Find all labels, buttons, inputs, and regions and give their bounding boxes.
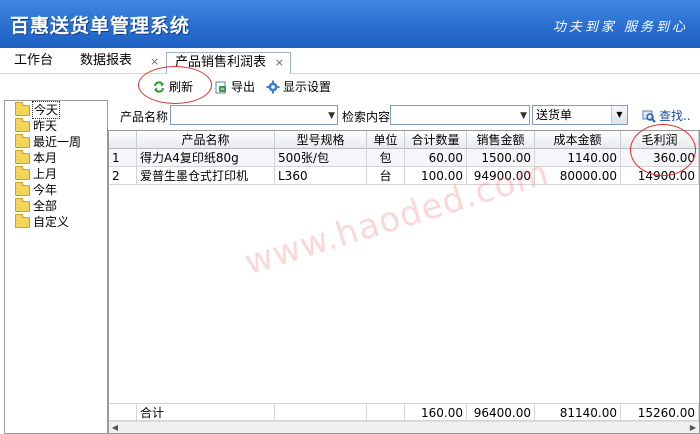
search-label: 查找.. — [659, 109, 691, 123]
col-header-index — [109, 131, 137, 149]
cell-profit: 14900.00 — [621, 167, 699, 185]
footer-label: 合计 — [137, 403, 275, 421]
col-header-unit[interactable]: 单位 — [367, 131, 405, 149]
display-settings-label: 显示设置 — [283, 80, 332, 94]
table-footer: 合计 160.00 96400.00 81140.00 15260.00 — [109, 403, 699, 421]
gear-icon — [266, 80, 280, 94]
cell-product-name: 爱普生墨仓式打印机 — [137, 167, 275, 185]
folder-icon — [15, 165, 30, 180]
footer-profit: 15260.00 — [621, 403, 699, 421]
search-content-combo[interactable]: ▼ — [390, 105, 530, 125]
col-header-spec[interactable]: 型号规格 — [275, 131, 367, 149]
cell-qty: 100.00 — [405, 167, 467, 185]
folder-icon — [15, 213, 30, 228]
cell-spec: 500张/包 — [275, 149, 367, 167]
tree-item-this-year[interactable]: 今年 — [15, 181, 57, 198]
tree-item-this-month[interactable]: 本月 — [15, 149, 57, 166]
refresh-icon — [152, 80, 166, 94]
tab-bar: 工作台 数据报表 × 产品销售利润表 × — [0, 48, 700, 76]
product-name-combo[interactable]: ▼ — [170, 105, 338, 125]
tab-workbench[interactable]: 工作台 — [14, 48, 53, 74]
tab-product-sales-profit[interactable]: 产品销售利润表 × — [166, 52, 292, 76]
col-header-sales[interactable]: 销售金额 — [467, 131, 535, 149]
col-header-cost[interactable]: 成本金额 — [535, 131, 621, 149]
cell-unit: 包 — [367, 149, 405, 167]
app-header: 百惠送货单管理系统 功夫到家 服务到心 — [0, 0, 700, 48]
folder-icon — [15, 101, 30, 116]
profit-table: 产品名称 型号规格 单位 合计数量 销售金额 成本金额 毛利润 1 得力A4复印… — [108, 130, 700, 434]
footer-cost: 81140.00 — [535, 403, 621, 421]
tree-item-today[interactable]: 今天 — [15, 101, 61, 119]
cell-unit: 台 — [367, 167, 405, 185]
product-name-label: 产品名称 — [120, 110, 169, 124]
chevron-down-icon[interactable]: ▼ — [611, 106, 627, 124]
tree-item-last-week[interactable]: 最近一周 — [15, 133, 81, 150]
scroll-left-icon[interactable]: ◀ — [109, 422, 121, 433]
folder-icon — [15, 181, 30, 196]
search-button[interactable]: 查找.. — [642, 107, 691, 125]
cell-sales: 94900.00 — [467, 167, 535, 185]
folder-icon — [15, 133, 30, 148]
footer-unit — [367, 403, 405, 421]
table-header: 产品名称 型号规格 单位 合计数量 销售金额 成本金额 毛利润 — [109, 131, 699, 149]
cell-cost: 80000.00 — [535, 167, 621, 185]
search-content-label: 检索内容 — [342, 110, 391, 124]
refresh-button[interactable]: 刷新 — [152, 78, 193, 96]
cell-qty: 60.00 — [405, 149, 467, 167]
close-icon[interactable]: × — [275, 52, 284, 74]
folder-icon — [15, 149, 30, 164]
col-header-product-name[interactable]: 产品名称 — [137, 131, 275, 149]
horizontal-scrollbar[interactable]: ◀ ▶ — [109, 421, 699, 433]
col-header-qty[interactable]: 合计数量 — [405, 131, 467, 149]
search-icon — [642, 109, 656, 123]
scroll-right-icon[interactable]: ▶ — [687, 422, 699, 433]
tree-item-all[interactable]: 全部 — [15, 197, 57, 214]
cell-profit: 360.00 — [621, 149, 699, 167]
refresh-label: 刷新 — [169, 80, 194, 94]
export-button[interactable]: 导出 — [214, 78, 255, 96]
tree-item-custom[interactable]: 自定义 — [15, 213, 69, 230]
toolbar: 刷新 导出 显示设置 — [0, 74, 700, 100]
app-slogan: 功夫到家 服务到心 — [552, 20, 688, 35]
footer-index — [109, 403, 137, 421]
display-settings-button[interactable]: 显示设置 — [266, 78, 331, 96]
table-row[interactable]: 2 爱普生墨仓式打印机 L360 台 100.00 94900.00 80000… — [109, 167, 699, 185]
filter-bar: 产品名称 ▼ 检索内容 ▼ 送货单 ▼ 查找.. — [108, 100, 700, 130]
cell-product-name: 得力A4复印纸80g — [137, 149, 275, 167]
cell-sales: 1500.00 — [467, 149, 535, 167]
cell-cost: 1140.00 — [535, 149, 621, 167]
date-range-tree: 今天 昨天 最近一周 本月 上月 今年 全部 自定义 — [4, 100, 108, 434]
footer-qty: 160.00 — [405, 403, 467, 421]
tree-item-last-month[interactable]: 上月 — [15, 165, 57, 182]
doc-type-select[interactable]: 送货单 ▼ — [532, 105, 628, 125]
app-title: 百惠送货单管理系统 — [10, 15, 191, 37]
cell-index: 1 — [109, 149, 137, 167]
doc-type-value: 送货单 — [536, 108, 573, 122]
chevron-down-icon[interactable]: ▼ — [328, 107, 335, 125]
export-icon — [214, 80, 228, 94]
col-header-profit[interactable]: 毛利润 — [621, 131, 699, 149]
close-icon[interactable]: × — [150, 48, 159, 74]
export-label: 导出 — [231, 80, 256, 94]
cell-spec: L360 — [275, 167, 367, 185]
folder-icon — [15, 117, 30, 132]
chevron-down-icon[interactable]: ▼ — [520, 107, 527, 125]
tab-label: 产品销售利润表 — [175, 55, 267, 70]
tree-item-yesterday[interactable]: 昨天 — [15, 117, 57, 134]
tab-data-reports[interactable]: 数据报表 — [80, 48, 132, 74]
cell-index: 2 — [109, 167, 137, 185]
footer-spec — [275, 403, 367, 421]
table-row[interactable]: 1 得力A4复印纸80g 500张/包 包 60.00 1500.00 1140… — [109, 149, 699, 167]
folder-icon — [15, 197, 30, 212]
footer-sales: 96400.00 — [467, 403, 535, 421]
